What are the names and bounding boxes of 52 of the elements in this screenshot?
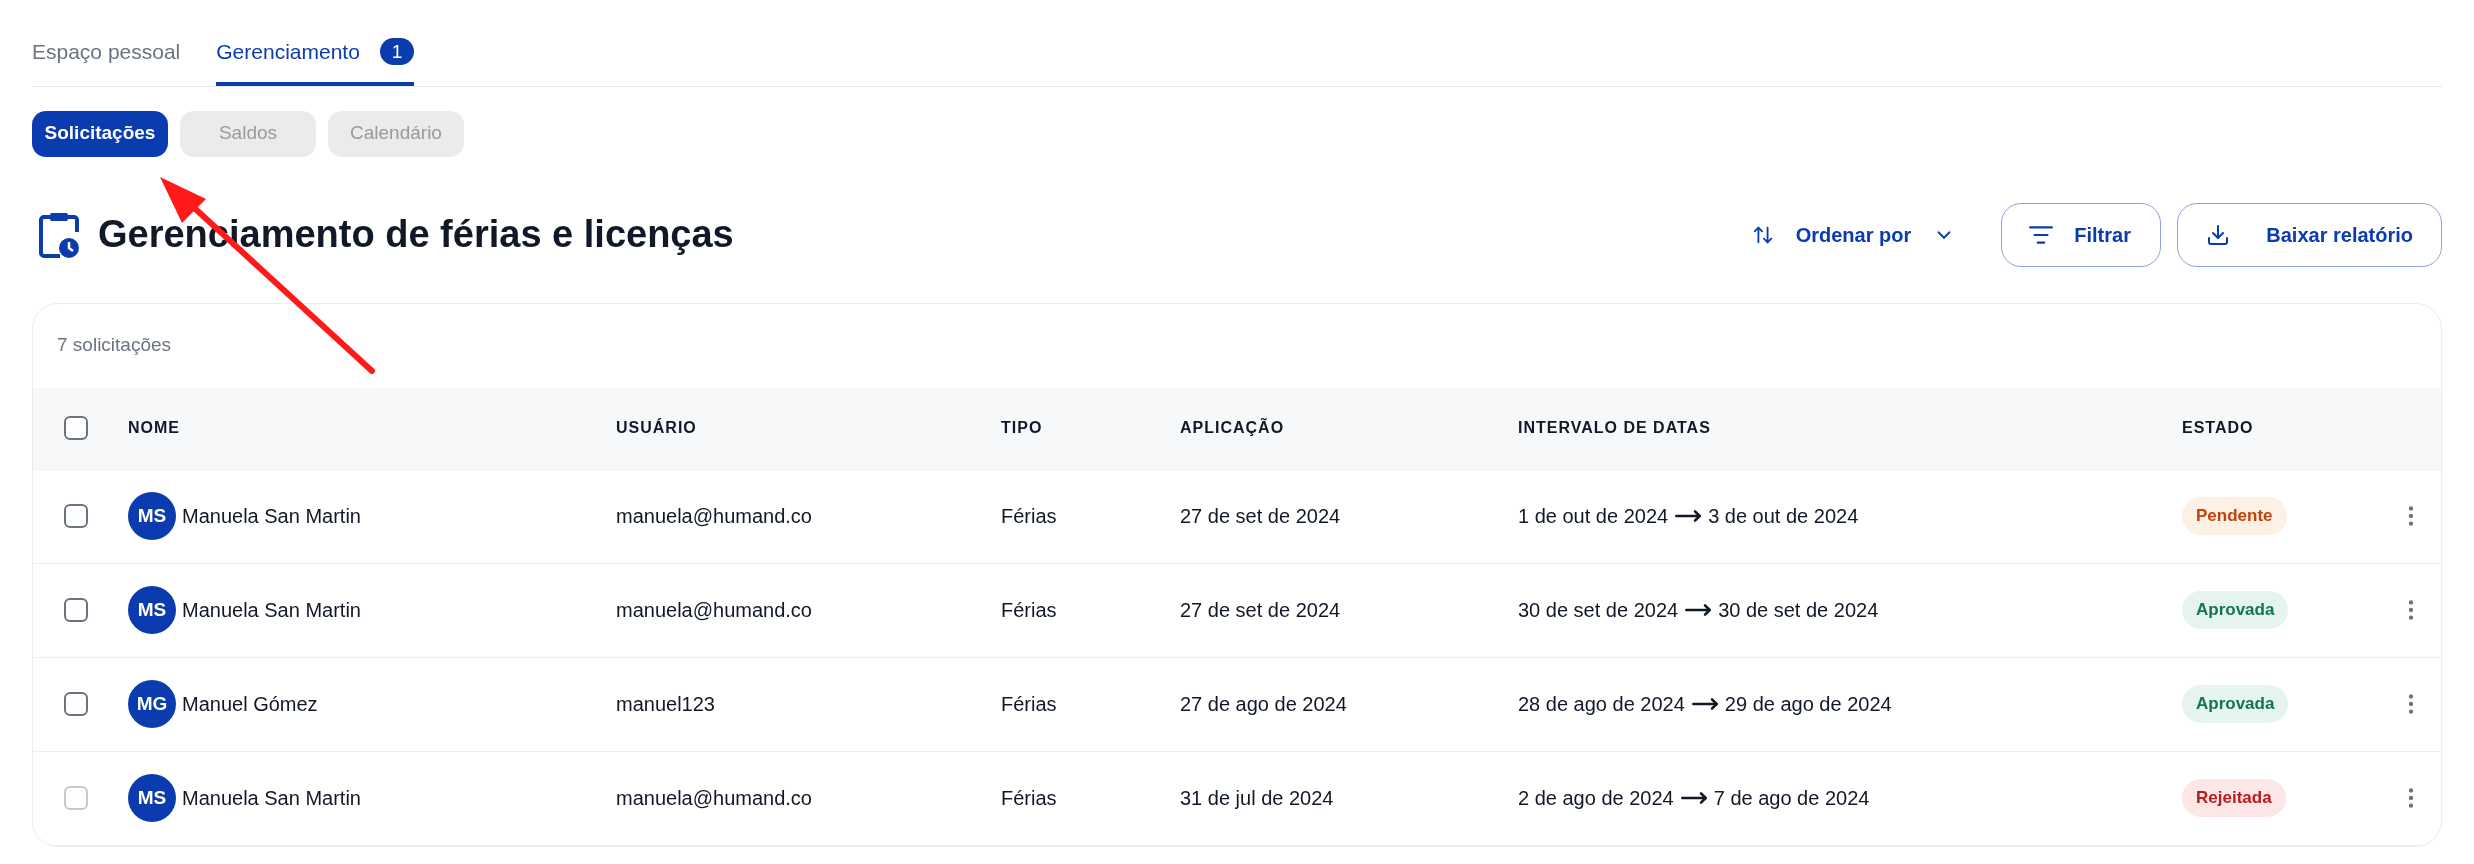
table-cell: manuel123	[616, 693, 715, 715]
table-cell: 31 de jul de 2024	[1180, 787, 1334, 809]
avatar: MS	[128, 774, 176, 822]
checkbox[interactable]	[64, 416, 88, 440]
request-count: 7 solicitações	[57, 333, 172, 358]
table-cell-text: Manuel Gómez	[182, 692, 318, 717]
column-header: USUÁRIO	[616, 419, 697, 436]
table-cell: manuela@humand.co	[616, 505, 812, 527]
table-cell: Férias	[1001, 787, 1057, 809]
checkbox[interactable]	[64, 598, 88, 622]
filter-button[interactable]: Filtrar	[2001, 202, 2162, 267]
table-cell-text: 1 de out de 2024	[1518, 504, 1669, 529]
tab[interactable]: Gerenciamento 1	[216, 36, 415, 86]
table-cell-text: 2 de ago de 2024	[1518, 786, 1674, 811]
table-cell-text: 30 de set de 2024	[1518, 598, 1679, 623]
column-header: NOME	[128, 419, 180, 436]
table-cell-text: Manuela San Martin	[182, 504, 361, 529]
table-cell-text: 30 de set de 2024	[1718, 598, 1879, 623]
column-header: INTERVALO DE DATAS	[1518, 419, 1711, 436]
table-cell-text: 28 de ago de 2024	[1518, 692, 1685, 717]
table-cell-text: 29 de ago de 2024	[1724, 692, 1892, 717]
count-badge: 1	[379, 38, 415, 66]
table-cell-text: Manuela San Martin	[182, 598, 361, 623]
table-cell-text: Manuela San Martin	[182, 786, 361, 811]
clipboard-clock-icon	[38, 210, 80, 259]
sort-button[interactable]: Ordenar por	[1741, 202, 1966, 267]
table-cell: 27 de ago de 2024	[1180, 693, 1347, 715]
table-cell: 27 de set de 2024	[1180, 599, 1341, 621]
avatar: MS	[128, 492, 176, 540]
table-cell-text: 3 de out de 2024	[1708, 504, 1859, 529]
checkbox[interactable]	[64, 692, 88, 716]
download-icon	[2206, 222, 2231, 247]
column-header: TIPO	[1001, 419, 1043, 436]
table-cell: Férias	[1001, 693, 1057, 715]
status-tag: Rejeitada	[2182, 779, 2286, 817]
segment-tab[interactable]: Solicitações	[32, 110, 168, 157]
table-cell: Férias	[1001, 505, 1057, 527]
table-cell: Férias	[1001, 599, 1057, 621]
table-cell: 27 de set de 2024	[1180, 505, 1341, 527]
download-button[interactable]: Baixar relatório	[2177, 202, 2442, 267]
checkbox[interactable]	[64, 504, 88, 528]
column-header: ESTADO	[2182, 419, 2254, 436]
avatar: MS	[128, 586, 176, 634]
tab[interactable]: Espaço pessoal	[32, 36, 181, 86]
status-tag: Pendente	[2182, 497, 2287, 535]
table-cell-text: 7 de ago de 2024	[1713, 786, 1870, 811]
avatar: MG	[128, 680, 176, 728]
table-cell: manuela@humand.co	[616, 599, 812, 621]
status-tag: Aprovada	[2182, 591, 2289, 629]
status-tag: Aprovada	[2182, 685, 2289, 723]
table-cell: manuela@humand.co	[616, 787, 812, 809]
column-header: APLICAÇÃO	[1180, 419, 1285, 436]
